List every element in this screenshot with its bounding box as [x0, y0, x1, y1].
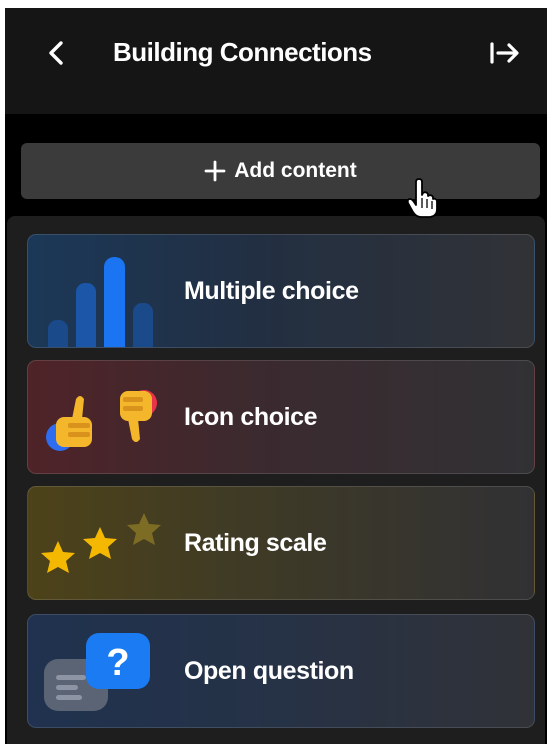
- menu-item-label: Icon choice: [184, 402, 318, 431]
- svg-text:?: ?: [106, 642, 129, 684]
- question-bubble-icon: ?: [44, 633, 150, 711]
- menu-item-label: Open question: [184, 656, 354, 685]
- panel-title: Building Connections: [113, 37, 372, 67]
- menu-item-multiple-choice[interactable]: Multiple choice: [27, 234, 535, 348]
- thumbs-icon: [46, 390, 157, 451]
- arrow-right-to-line-icon: [490, 42, 519, 64]
- menu-item-label: Multiple choice: [184, 276, 359, 305]
- bar-chart-icon: [48, 257, 153, 347]
- side-panel: Building Connections Add content Multipl…: [5, 8, 547, 744]
- hand-pointer-cursor-icon: [406, 178, 438, 218]
- back-button[interactable]: [41, 36, 73, 70]
- panel-header: Building Connections: [5, 8, 547, 114]
- plus-icon: [204, 160, 226, 182]
- stars-icon: [41, 513, 161, 573]
- menu-item-rating-scale[interactable]: Rating scale: [27, 486, 535, 600]
- collapse-panel-button[interactable]: [487, 36, 523, 70]
- menu-item-open-question[interactable]: ? Open question: [27, 614, 535, 728]
- menu-item-icon-choice[interactable]: Icon choice: [27, 360, 535, 474]
- menu-item-label: Rating scale: [184, 528, 327, 557]
- chevron-left-icon: [49, 41, 63, 65]
- add-content-button[interactable]: Add content: [21, 143, 540, 199]
- add-content-label: Add content: [234, 159, 357, 182]
